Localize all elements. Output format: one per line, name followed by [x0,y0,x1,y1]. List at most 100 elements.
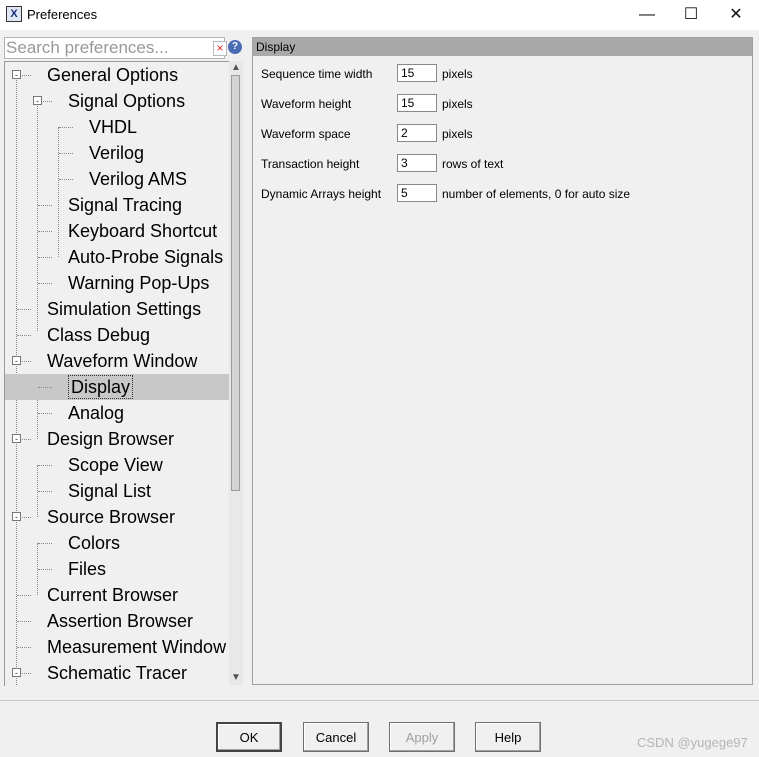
tree-item-label: Assertion Browser [47,611,194,631]
tree-connector [38,205,52,206]
transaction-height-input[interactable] [397,154,437,172]
tree-item[interactable]: Keyboard Shortcut [5,218,229,244]
tree-connector [38,569,52,570]
setting-label: Waveform space [261,127,351,141]
tree-connector [38,465,52,466]
tree-item[interactable]: Verilog AMS [5,166,229,192]
tree-connector [38,543,52,544]
tree-item[interactable]: Current Browser [5,582,229,608]
settings-row: Sequence time width pixels [261,64,741,84]
tree-item-label: Files [68,559,107,579]
tree-connector [17,647,31,648]
sequence-time-width-input[interactable] [397,64,437,82]
tree-item[interactable]: Colors [5,530,229,556]
help-button[interactable]: Help [475,722,541,752]
tree-item-label: Source Browser [47,507,176,527]
tree-item[interactable]: Display [5,374,229,400]
tree-connector [38,413,52,414]
tree-item[interactable]: VHDL [5,114,229,140]
collapse-toggle-icon[interactable]: - [12,512,21,522]
tree-item[interactable]: Scope View [5,452,229,478]
tree-item[interactable]: - Design Browser [5,426,229,452]
tree-item-label: Class Debug [47,325,151,345]
watermark: CSDN @yugege97 [637,735,748,750]
setting-label: Transaction height [261,157,360,171]
tree-scrollbar[interactable]: ▲ ▼ [229,61,243,685]
tree-item-label: Current Browser [47,585,179,605]
tree-item[interactable]: Signal Tracing [5,192,229,218]
tree-item-label: Warning Pop-Ups [68,273,210,293]
app-icon: X [6,6,22,22]
tree-item[interactable]: - Source Browser [5,504,229,530]
tree-item[interactable]: - General Options [5,62,229,88]
search-help-icon[interactable]: ? [228,40,242,54]
tree-item[interactable]: Auto-Probe Signals [5,244,229,270]
setting-label: Waveform height [261,97,352,111]
search-input[interactable] [5,38,207,58]
tree-connector [38,257,52,258]
tree-item-label: Analog [68,403,125,423]
panel-title: Display [253,38,752,56]
collapse-toggle-icon[interactable]: - [33,96,42,106]
tree-connector [59,153,73,154]
clear-search-icon[interactable]: × [213,41,227,56]
display-settings-panel: Display Sequence time width pixels Wavef… [252,37,753,685]
tree-item[interactable]: - Schematic Tracer [5,660,229,686]
settings-row: Dynamic Arrays height number of elements… [261,184,741,204]
tree-item[interactable]: - Signal Options [5,88,229,114]
tree-item-label: Signal List [68,481,152,501]
tree-item[interactable]: Measurement Window [5,634,229,660]
scroll-down-arrow-icon[interactable]: ▼ [229,671,243,685]
close-button[interactable]: ✕ [713,0,759,30]
ok-button[interactable]: OK [216,722,282,752]
setting-label: Sequence time width [261,67,373,81]
bottom-separator [0,700,759,701]
tree-item-label: Simulation Settings [47,299,202,319]
tree-item[interactable]: Files [5,556,229,582]
title-bar: X Preferences — ☐ ✕ [0,0,759,30]
tree-connector [59,127,73,128]
apply-button[interactable]: Apply [389,722,455,752]
tree-item-label: Signal Tracing [68,195,183,215]
tree-item-label: Waveform Window [47,351,198,371]
tree-item-label: Schematic Tracer [47,663,188,683]
setting-label: Dynamic Arrays height [261,187,382,201]
scroll-thumb[interactable] [231,75,240,491]
tree-item[interactable]: Assertion Browser [5,608,229,634]
tree-item[interactable]: Simulation Settings [5,296,229,322]
tree-item[interactable]: Analog [5,400,229,426]
setting-unit: pixels [442,67,473,81]
tree-item[interactable]: Verilog [5,140,229,166]
collapse-toggle-icon[interactable]: - [12,356,21,366]
collapse-toggle-icon[interactable]: - [12,70,21,80]
settings-row: Transaction height rows of text [261,154,741,174]
minimize-button[interactable]: — [624,0,670,30]
search-box: × [4,37,227,59]
tree-item[interactable]: Warning Pop-Ups [5,270,229,296]
scroll-up-arrow-icon[interactable]: ▲ [229,61,243,75]
maximize-button[interactable]: ☐ [668,0,714,30]
tree-item-label: Colors [68,533,121,553]
window-title: Preferences [27,7,98,22]
tree-item[interactable]: - Waveform Window [5,348,229,374]
dynamic-arrays-height-input[interactable] [397,184,437,202]
tree-item-label: Keyboard Shortcut [68,221,218,241]
tree-item[interactable]: Signal List [5,478,229,504]
tree-connector [38,231,52,232]
waveform-height-input[interactable] [397,94,437,112]
waveform-space-input[interactable] [397,124,437,142]
setting-unit: pixels [442,127,473,141]
tree-item[interactable]: Class Debug [5,322,229,348]
tree-connector [38,283,52,284]
tree-connector [38,387,52,388]
collapse-toggle-icon[interactable]: - [12,668,21,678]
tree-connector [17,621,31,622]
tree-item-label: Scope View [68,455,163,475]
tree-connector [17,309,31,310]
tree-connector [59,179,73,180]
tree-item-label: General Options [47,65,179,85]
tree-item-label: Display [68,375,134,399]
tree-item-label: Measurement Window [47,637,227,657]
cancel-button[interactable]: Cancel [303,722,369,752]
collapse-toggle-icon[interactable]: - [12,434,21,444]
